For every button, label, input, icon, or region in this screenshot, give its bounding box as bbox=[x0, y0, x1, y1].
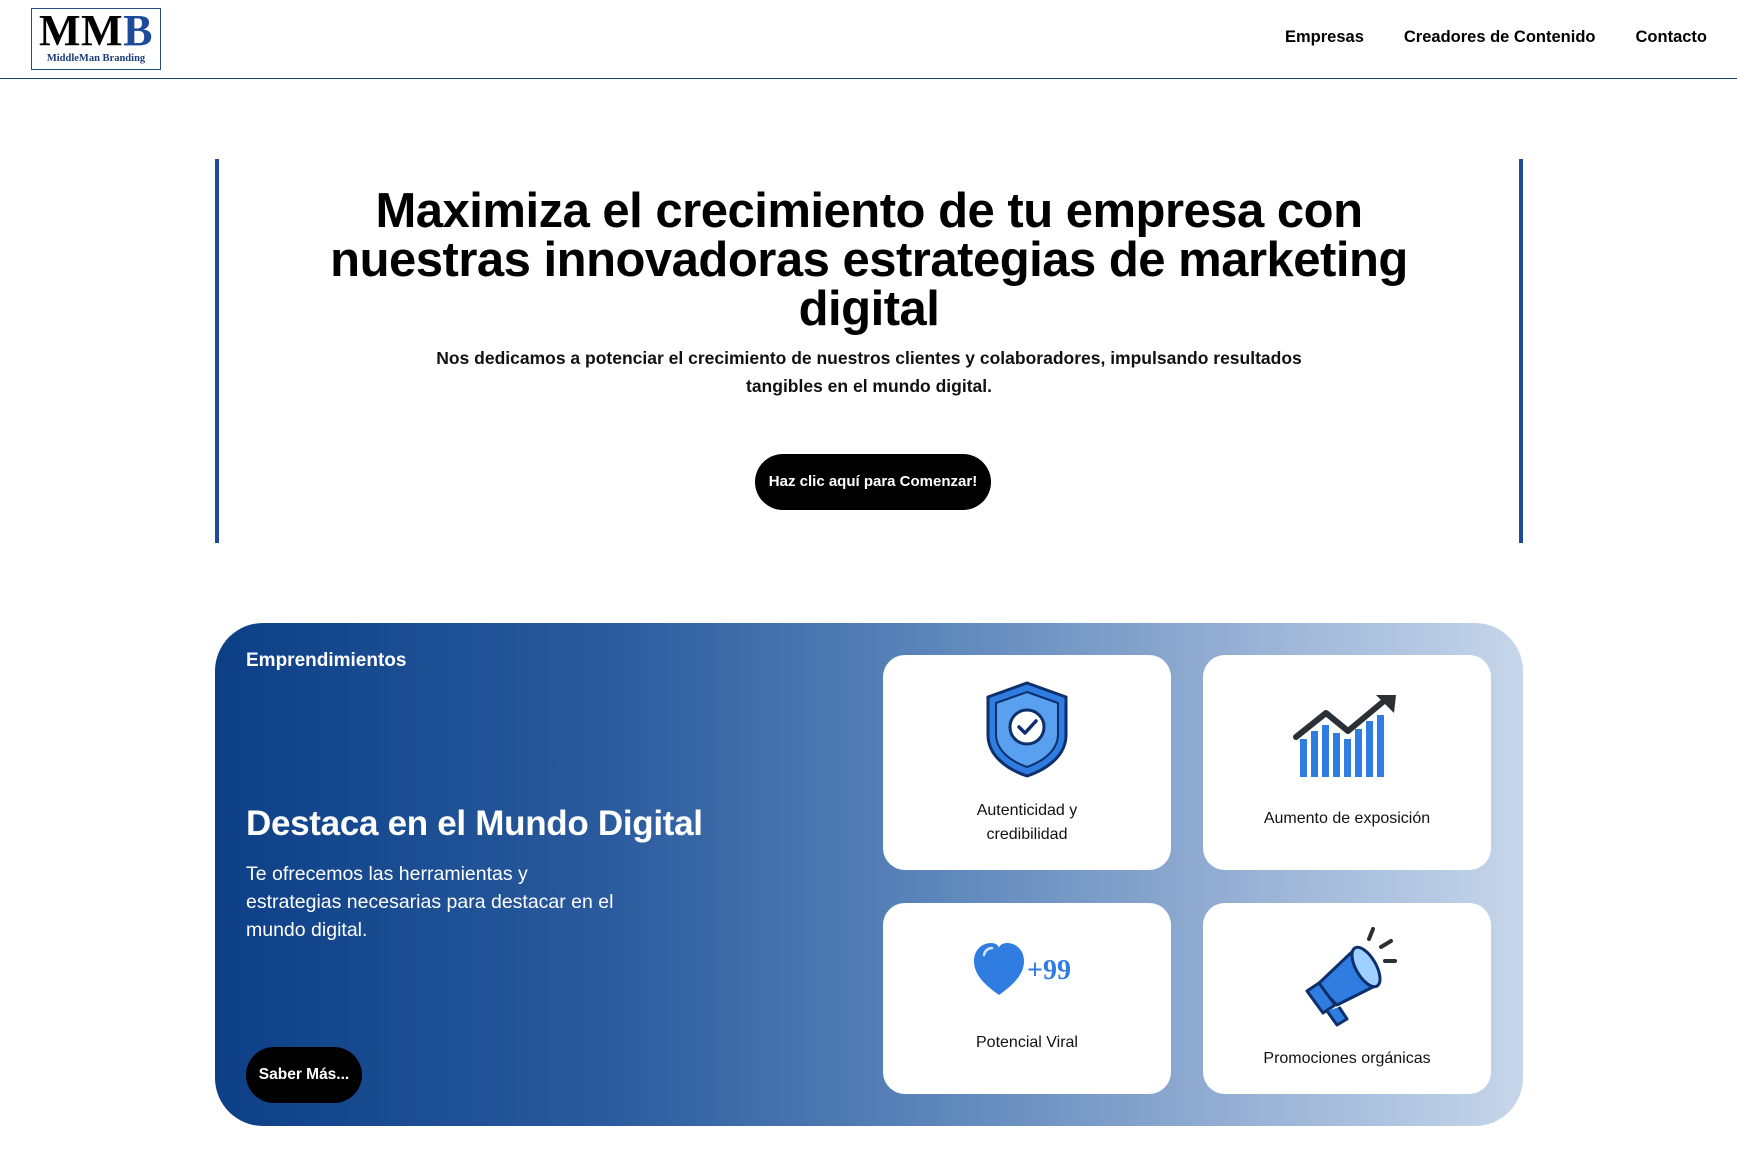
card-label: Promociones orgánicas bbox=[1263, 1050, 1431, 1067]
feature-panel: Emprendimientos Destaca en el Mundo Digi… bbox=[215, 623, 1523, 1126]
feature-card-exposure: Aumento de exposición bbox=[1203, 655, 1491, 870]
shield-check-icon bbox=[986, 681, 1068, 778]
mmb-logo[interactable]: MMB MiddleMan Branding bbox=[31, 8, 161, 70]
feature-card-authenticity: Autenticidad y credibilidad bbox=[883, 655, 1171, 870]
nav-link-contacto[interactable]: Contacto bbox=[1636, 28, 1708, 47]
logo-mark-accent-letter: B bbox=[123, 6, 153, 55]
nav-link-creadores[interactable]: Creadores de Contenido bbox=[1404, 28, 1596, 47]
growth-chart-icon bbox=[1293, 695, 1396, 777]
get-started-button[interactable]: Haz clic aquí para Comenzar! bbox=[755, 454, 991, 510]
site-header: MMB MiddleMan Branding Empresas Creadore… bbox=[0, 0, 1737, 79]
megaphone-icon bbox=[1305, 927, 1397, 1027]
hero-section: Maximiza el crecimiento de tu empresa co… bbox=[215, 159, 1523, 543]
hero-subtitle: Nos dedicamos a potenciar el crecimiento… bbox=[436, 348, 1302, 396]
hero-title: Maximiza el crecimiento de tu empresa co… bbox=[330, 184, 1408, 336]
logo-subtitle: MiddleMan Branding bbox=[46, 53, 146, 64]
logo-mark: MMB bbox=[32, 9, 160, 53]
panel-tag: Emprendimientos bbox=[246, 650, 407, 671]
main-nav: Empresas Creadores de Contenido Contacto bbox=[1285, 28, 1707, 47]
feature-card-viral: +99 Potencial Viral bbox=[883, 903, 1171, 1094]
logo-mark-letters: MM bbox=[39, 6, 124, 55]
viral-count-badge: +99 bbox=[1027, 955, 1071, 986]
card-label: Autenticidad y credibilidad bbox=[976, 802, 1078, 843]
card-label: Potencial Viral bbox=[976, 1034, 1078, 1051]
panel-title: Destaca en el Mundo Digital bbox=[246, 804, 703, 843]
nav-link-empresas[interactable]: Empresas bbox=[1285, 28, 1364, 47]
feature-card-promotions: Promociones orgánicas bbox=[1203, 903, 1491, 1094]
panel-description: Te ofrecemos las herramientas y estrateg… bbox=[246, 863, 614, 941]
heart-icon: +99 bbox=[974, 943, 1071, 995]
card-label: Aumento de exposición bbox=[1263, 810, 1431, 827]
learn-more-button[interactable]: Saber Más... bbox=[246, 1047, 362, 1103]
